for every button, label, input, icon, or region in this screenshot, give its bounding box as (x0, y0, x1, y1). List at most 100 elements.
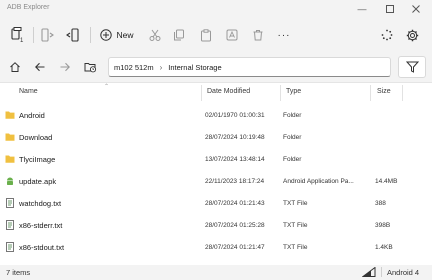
file-list: ⌃ Name Date Modified Type Size Android 0… (0, 82, 432, 265)
filter-button[interactable] (398, 56, 426, 78)
file-date: 13/07/2024 13:48:14 (205, 156, 265, 163)
android-icon (7, 177, 13, 185)
app-title: ADB Explorer (7, 4, 50, 11)
new-icon (100, 29, 113, 41)
svg-text:1: 1 (20, 38, 24, 43)
column-header-size[interactable]: Size (377, 88, 391, 95)
breadcrumb-device[interactable]: m102 512m (114, 63, 154, 72)
text-file-icon (6, 220, 14, 230)
delete-button[interactable] (247, 24, 269, 46)
back-button[interactable] (29, 56, 51, 78)
column-header-date[interactable]: Date Modified (207, 88, 250, 95)
column-header-name[interactable]: Name (19, 88, 38, 95)
file-date: 02/01/1970 01:00:31 (205, 112, 265, 119)
device-name[interactable]: Android 4 (387, 268, 419, 277)
cut-icon (149, 29, 161, 41)
file-date: 28/07/2024 01:21:47 (205, 244, 265, 251)
sort-ascending-icon: ⌃ (104, 84, 110, 90)
path-breadcrumb[interactable]: m102 512m › Internal Storage (108, 57, 391, 77)
forward-arrow-icon (60, 62, 70, 72)
file-row[interactable]: x86-stderr.txt 28/07/2024 01:25:28 TXT F… (0, 215, 404, 237)
file-row[interactable]: update.apk 22/11/2023 18:17:24 Android A… (0, 171, 404, 193)
file-type: Folder (283, 156, 302, 163)
recent-folder-button[interactable] (79, 56, 101, 78)
column-divider[interactable] (201, 85, 202, 101)
file-type: Android Application Pa... (283, 178, 354, 185)
settings-button[interactable] (401, 24, 423, 46)
maximize-button[interactable] (380, 0, 400, 18)
file-name: Android (19, 111, 45, 120)
vertical-scrollbar[interactable] (424, 103, 428, 263)
title-bar: ADB Explorer — (0, 0, 432, 18)
file-name: x86-stdout.txt (19, 243, 65, 252)
file-name: update.apk (19, 177, 57, 186)
file-row[interactable]: Android 02/01/1970 01:00:31 Folder (0, 105, 404, 127)
toolbar-separator (90, 27, 91, 43)
column-headers: ⌃ Name Date Modified Type Size (0, 83, 432, 103)
file-type: Folder (283, 134, 302, 141)
minimize-icon: — (357, 4, 367, 14)
pull-icon (66, 28, 79, 42)
sync-icon (381, 29, 393, 41)
file-date: 28/07/2024 01:21:43 (205, 200, 265, 207)
push-icon (41, 28, 54, 42)
more-icon: ··· (277, 29, 291, 41)
file-type: TXT File (283, 222, 308, 229)
cut-button[interactable] (144, 24, 166, 46)
file-type: TXT File (283, 200, 308, 207)
new-button[interactable]: New (96, 24, 138, 46)
status-bar: 7 items Android 4 (0, 265, 432, 280)
file-name: TlyciImage (19, 155, 56, 164)
paste-button[interactable] (195, 24, 217, 46)
text-file-icon (6, 198, 14, 208)
maximize-icon (386, 5, 394, 13)
signal-icon (362, 267, 376, 277)
recent-folder-icon (84, 63, 96, 73)
paste-icon (201, 28, 211, 41)
more-button[interactable]: ··· (273, 24, 295, 46)
file-type: Folder (283, 112, 302, 119)
column-divider[interactable] (370, 85, 371, 101)
rename-button[interactable] (221, 24, 243, 46)
device-status: Android 4 (362, 267, 419, 277)
text-file-icon (6, 242, 14, 252)
folder-icon (5, 111, 15, 119)
file-size: 14.4MB (375, 178, 398, 185)
rename-icon (226, 29, 238, 41)
column-header-type[interactable]: Type (286, 88, 301, 95)
copy-icon (174, 29, 184, 41)
minimize-button[interactable]: — (352, 0, 372, 18)
file-type: TXT File (283, 244, 308, 251)
home-icon (10, 62, 20, 72)
close-icon (412, 5, 420, 13)
status-divider (381, 267, 382, 277)
column-divider[interactable] (280, 85, 281, 101)
file-size: 388 (375, 200, 386, 207)
file-row[interactable]: Download 28/07/2024 10:19:48 Folder (0, 127, 404, 149)
toolbar-separator (33, 27, 34, 43)
push-button[interactable] (37, 24, 59, 46)
column-divider[interactable] (402, 85, 403, 101)
filter-icon (405, 61, 419, 73)
sync-button[interactable] (376, 24, 398, 46)
home-button[interactable] (4, 56, 26, 78)
breadcrumb-separator: › (159, 62, 163, 72)
file-name: Download (19, 133, 53, 142)
file-row[interactable]: TlyciImage 13/07/2024 13:48:14 Folder (0, 149, 404, 171)
file-name: x86-stderr.txt (19, 221, 63, 230)
file-row[interactable]: watchdog.txt 28/07/2024 01:21:43 TXT Fil… (0, 193, 404, 215)
explorer-device-button[interactable]: 1 (6, 24, 30, 46)
close-button[interactable] (406, 0, 426, 18)
toolbar: 1 New ··· (0, 20, 432, 50)
breadcrumb-location[interactable]: Internal Storage (168, 63, 221, 72)
item-count: 7 items (6, 268, 31, 277)
pull-button[interactable] (62, 24, 84, 46)
forward-button[interactable] (54, 56, 76, 78)
file-row[interactable]: x86-stdout.txt 28/07/2024 01:21:47 TXT F… (0, 237, 404, 259)
file-size: 398B (375, 222, 391, 229)
file-date: 28/07/2024 01:25:28 (205, 222, 265, 229)
copy-button[interactable] (168, 24, 190, 46)
file-size: 1.4KB (375, 244, 393, 251)
new-button-label: New (116, 30, 134, 40)
settings-icon (406, 29, 418, 41)
